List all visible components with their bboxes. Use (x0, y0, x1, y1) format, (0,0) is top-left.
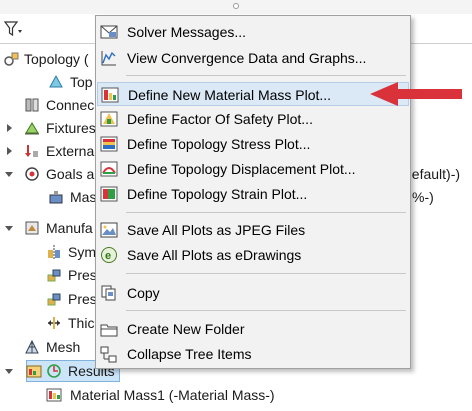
tree-item-label: Material Mass1 (-Material Mass-) (70, 387, 275, 403)
tree-item-material-mass-plot[interactable]: Material Mass1 (-Material Mass-) (0, 384, 300, 406)
new-folder-icon (100, 324, 118, 337)
collapse-arrow-icon[interactable] (5, 226, 13, 231)
tree-item-label: Fixtures (46, 120, 96, 136)
expand-arrow-icon[interactable] (7, 147, 12, 155)
factor-of-safety-plot-icon (100, 111, 118, 127)
tree-item-connections[interactable]: Connec (0, 94, 96, 116)
solver-messages-icon (100, 25, 118, 39)
manufacturing-controls-icon (25, 221, 39, 235)
tree-item-preserved-region-2[interactable]: Pres (0, 288, 97, 310)
tree-item-label: Sym (68, 244, 96, 260)
menu-item-label: Create New Folder (127, 321, 245, 337)
tree-item-topology-part[interactable]: Top (0, 71, 96, 93)
tree-item-label: Pres (68, 267, 97, 283)
goals-icon (25, 167, 39, 181)
context-menu: Solver Messages... View Convergence Data… (95, 15, 411, 369)
panel-header-strip (0, 0, 472, 14)
menu-item-define-material-mass-plot[interactable]: Define New Material Mass Plot... (97, 82, 409, 106)
fixtures-icon (25, 122, 39, 135)
tree-item-label: Pres (68, 291, 97, 307)
topology-study-icon (4, 52, 19, 66)
filter-icon[interactable] (4, 20, 24, 38)
menu-item-save-edrawings[interactable]: e Save All Plots as eDrawings (97, 243, 409, 267)
menu-item-define-strain-plot[interactable]: Define Topology Strain Plot... (97, 182, 409, 206)
tree-item-label: Goals a (46, 166, 95, 182)
menu-item-copy[interactable]: Copy (97, 281, 409, 305)
menu-item-label: Define Topology Stress Plot... (127, 136, 311, 152)
expand-arrow-icon[interactable] (7, 124, 12, 132)
tree-item-label-tail: %-) (412, 189, 434, 205)
menu-item-label: Define Topology Strain Plot... (127, 186, 308, 202)
menu-item-label: Define New Material Mass Plot... (128, 87, 332, 103)
tree-item-preserved-region-1[interactable]: Pres (0, 264, 97, 286)
tree-item-manufacturing-controls[interactable]: Manufa (0, 217, 96, 239)
menu-separator (126, 75, 406, 76)
copy-icon (101, 285, 116, 301)
tree-item-external-loads[interactable]: Externa (0, 140, 96, 162)
menu-item-solver-messages[interactable]: Solver Messages... (97, 20, 409, 44)
displacement-plot-icon (100, 161, 118, 177)
collapse-tree-icon (100, 346, 117, 363)
menu-item-label: Solver Messages... (127, 24, 247, 40)
svg-text:e: e (105, 250, 111, 262)
tree-item-label-tail: default)-) (404, 166, 461, 182)
tree-item-label: Top (70, 74, 93, 90)
collapse-arrow-icon[interactable] (5, 172, 13, 177)
menu-item-label: Save All Plots as eDrawings (127, 247, 302, 263)
tree-item-label: Topology ( (24, 51, 89, 67)
edrawings-icon: e (101, 247, 117, 263)
tree-item-label: Externa (46, 143, 95, 159)
topology-part-icon (49, 74, 63, 88)
menu-separator (126, 212, 406, 213)
tree-item-mesh[interactable]: Mesh (0, 336, 96, 358)
tree-item-thickness-control[interactable]: Thic (0, 312, 96, 334)
tree-item-topology-study[interactable]: Topology ( (0, 48, 96, 70)
tree-item-label: Thic (68, 315, 95, 331)
tree-item-label: Connec (46, 97, 95, 113)
material-mass-plot-icon (101, 87, 119, 103)
menu-separator (126, 310, 406, 311)
tree-item-label: Manufa (46, 220, 93, 236)
tree-item-fixtures[interactable]: Fixtures (0, 117, 96, 139)
menu-item-label: Collapse Tree Items (127, 346, 252, 362)
menu-item-label: Define Topology Displacement Plot... (127, 161, 356, 177)
menu-item-label: Save All Plots as JPEG Files (127, 222, 306, 238)
menu-item-label: Copy (127, 285, 160, 301)
thickness-control-icon (48, 317, 60, 329)
tree-item-label: Mesh (46, 339, 81, 355)
menu-separator (126, 273, 406, 274)
material-mass-plot-icon (46, 388, 62, 402)
collapse-arrow-icon[interactable] (5, 369, 13, 374)
menu-item-view-convergence[interactable]: View Convergence Data and Graphs... (97, 46, 409, 70)
tree-item-symmetry[interactable]: Sym (0, 241, 96, 263)
connections-icon (25, 98, 39, 112)
menu-item-label: Define Factor Of Safety Plot... (127, 111, 313, 127)
results-folder-icon (26, 365, 42, 378)
stress-plot-icon (100, 136, 118, 152)
panel-grip-icon[interactable] (233, 3, 239, 9)
external-loads-icon (25, 145, 38, 157)
convergence-graph-icon (101, 51, 116, 66)
strain-plot-icon (100, 186, 118, 202)
mesh-icon (25, 339, 39, 354)
results-icon (47, 364, 61, 378)
mass-goal-icon (49, 191, 63, 204)
preserved-region-icon (47, 293, 61, 306)
red-arrow-annotation-icon (370, 82, 462, 106)
menu-item-save-jpeg[interactable]: Save All Plots as JPEG Files (97, 218, 409, 242)
preserved-region-icon (47, 269, 61, 282)
menu-item-define-displacement-plot[interactable]: Define Topology Displacement Plot... (97, 157, 409, 181)
menu-item-define-stress-plot[interactable]: Define Topology Stress Plot... (97, 132, 409, 156)
symmetry-icon (48, 245, 60, 259)
save-jpeg-icon (100, 222, 118, 238)
menu-item-collapse-tree-items[interactable]: Collapse Tree Items (97, 342, 409, 366)
menu-item-create-new-folder[interactable]: Create New Folder (97, 317, 409, 341)
menu-item-define-factor-of-safety-plot[interactable]: Define Factor Of Safety Plot... (97, 107, 409, 131)
menu-item-label: View Convergence Data and Graphs... (127, 50, 367, 66)
